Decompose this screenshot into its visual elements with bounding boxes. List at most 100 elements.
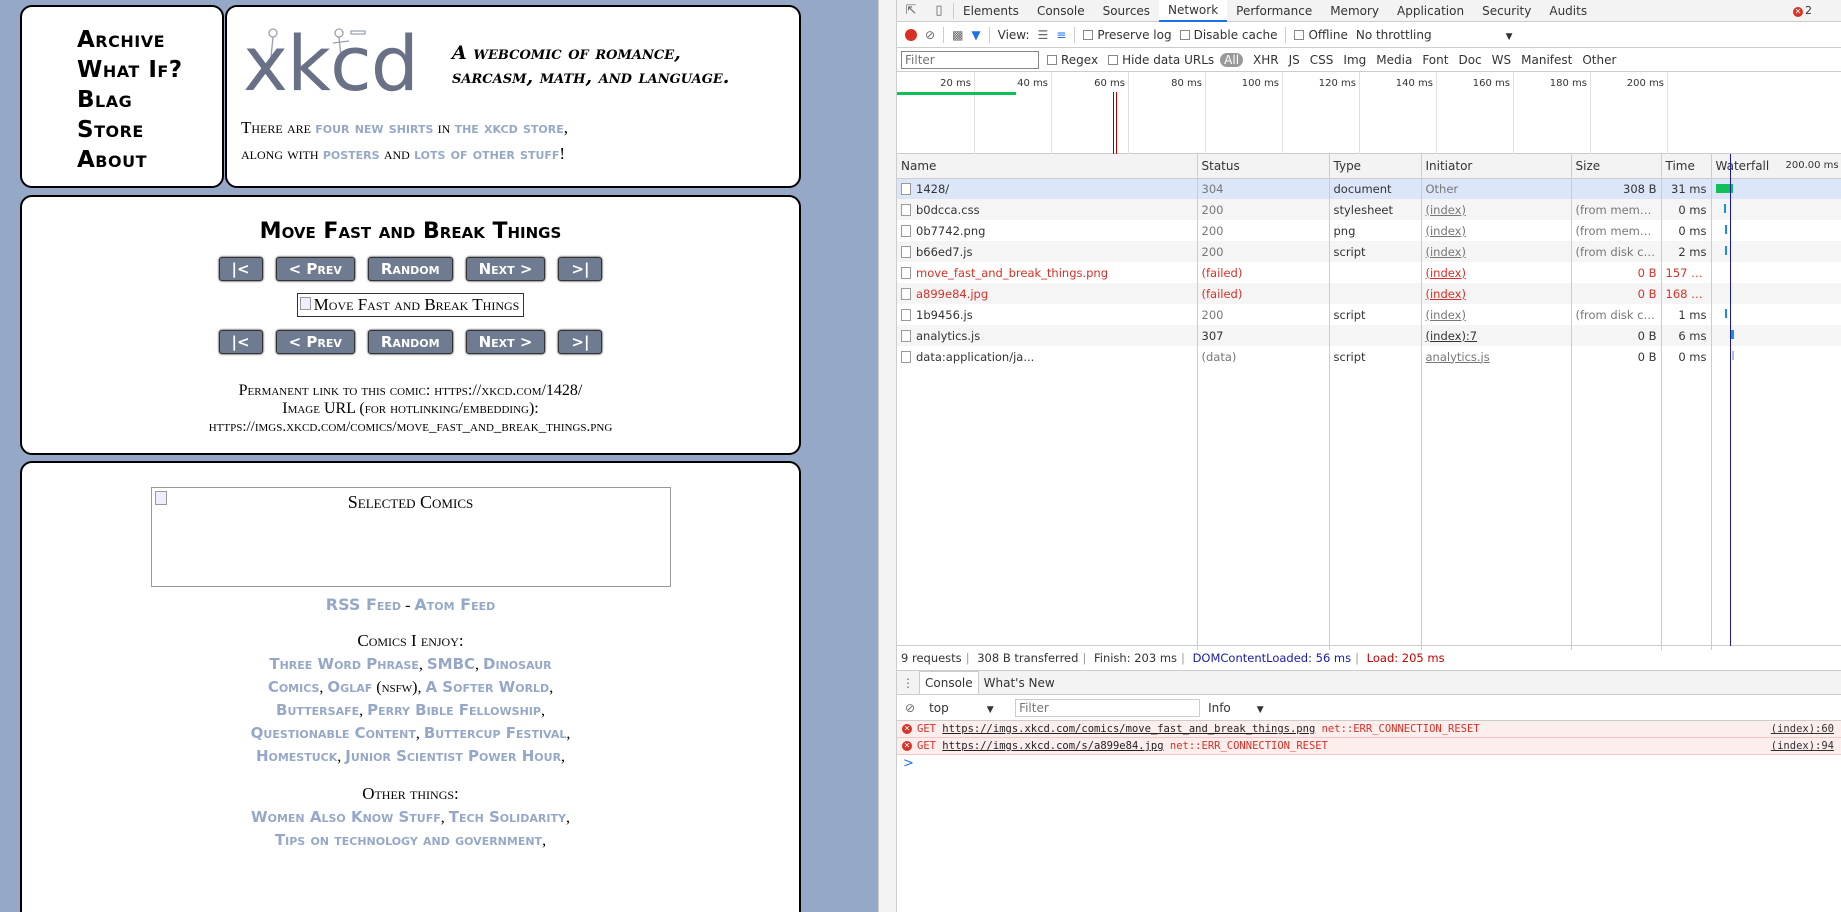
filter-type-css[interactable]: CSS xyxy=(1310,53,1334,67)
tab-elements[interactable]: Elements xyxy=(954,0,1028,22)
comic-enjoy-link[interactable]: Perry Bible Fellowship xyxy=(367,701,541,719)
first-comic-button[interactable]: |< xyxy=(218,257,263,281)
filter-type-media[interactable]: Media xyxy=(1376,53,1412,67)
large-rows-icon[interactable]: ☰ xyxy=(1038,28,1049,42)
message-url[interactable]: https://imgs.xkcd.com/s/a899e84.jpg xyxy=(942,740,1163,752)
filter-type-other[interactable]: Other xyxy=(1582,53,1616,67)
nav-about[interactable]: About xyxy=(77,145,222,175)
first-comic-button[interactable]: |< xyxy=(218,330,263,354)
devtools-resize-gutter[interactable] xyxy=(879,0,897,912)
device-toolbar-icon[interactable]: ▯ xyxy=(925,3,953,18)
rss-feed-link[interactable]: RSS Feed xyxy=(326,595,401,614)
throttling-select[interactable]: No throttling ▼ xyxy=(1356,28,1513,42)
cell-initiator[interactable]: (index) xyxy=(1421,283,1572,304)
comic-enjoy-link[interactable]: Buttercup Festival xyxy=(424,724,566,742)
drawer-tab-console[interactable]: Console xyxy=(919,671,979,694)
table-row[interactable]: analytics.js 307 (index):7 0 B6 ms xyxy=(897,325,1841,346)
last-comic-button[interactable]: >| xyxy=(558,330,603,354)
xkcd-store-link[interactable]: the xkcd store xyxy=(455,119,564,137)
table-row[interactable]: move_fast_and_break_things.png (failed) (i… xyxy=(897,262,1841,283)
log-level-select[interactable]: Info ▼ xyxy=(1208,701,1264,715)
cell-initiator[interactable]: Other xyxy=(1421,178,1572,199)
message-source-link[interactable]: (index):60 xyxy=(1771,721,1834,737)
cell-initiator[interactable]: analytics.js xyxy=(1421,346,1572,367)
other-thing-link[interactable]: Women Also Know Stuff xyxy=(251,808,441,826)
filter-type-manifest[interactable]: Manifest xyxy=(1521,53,1572,67)
disable-cache-checkbox[interactable]: Disable cache xyxy=(1179,28,1277,42)
table-row[interactable]: 0b7742.png 200 png (index) (from memor... 0 m… xyxy=(897,220,1841,241)
filter-type-xhr[interactable]: XHR xyxy=(1253,53,1279,67)
comic-enjoy-link[interactable]: Buttersafe xyxy=(276,701,359,719)
tab-security[interactable]: Security xyxy=(1473,0,1540,22)
nav-what-if[interactable]: What If? xyxy=(77,55,222,85)
table-row[interactable]: b0dcca.css 200 stylesheet (index) (from memo… xyxy=(897,199,1841,220)
other-thing-link[interactable]: Tech Solidarity xyxy=(449,808,566,826)
hide-data-urls-checkbox[interactable]: Hide data URLs xyxy=(1108,53,1214,67)
comic-enjoy-link[interactable]: Three Word Phrase xyxy=(269,655,419,673)
filter-type-js[interactable]: JS xyxy=(1289,53,1300,67)
filter-type-all[interactable]: All xyxy=(1220,52,1244,67)
table-row[interactable]: a899e84.jpg (failed) (index) 0 B 168 ms xyxy=(897,283,1841,304)
comic-enjoy-link[interactable]: Questionable Content xyxy=(251,724,416,742)
table-row[interactable]: 1428/304 document Other 308 B 31 ms xyxy=(897,178,1841,199)
xkcd-logo[interactable]: xkcd xyxy=(241,19,419,108)
comic-enjoy-link[interactable]: Oglaf xyxy=(327,678,372,696)
filter-type-img[interactable]: Img xyxy=(1343,53,1366,67)
posters-link[interactable]: posters xyxy=(323,145,380,163)
next-comic-button[interactable]: Next > xyxy=(465,330,546,354)
next-comic-button[interactable]: Next > xyxy=(465,257,546,281)
nav-blag[interactable]: Blag xyxy=(77,85,222,115)
record-icon[interactable] xyxy=(905,28,917,41)
comic-enjoy-link[interactable]: Homestuck xyxy=(256,747,337,765)
column-type[interactable]: Type xyxy=(1329,154,1422,179)
nav-store[interactable]: Store xyxy=(77,115,222,145)
network-filter-input[interactable] xyxy=(901,50,1039,69)
table-row[interactable]: data:application/ja... (data) script analyt… xyxy=(897,346,1841,367)
preserve-log-checkbox[interactable]: Preserve log xyxy=(1083,28,1172,42)
column-status[interactable]: Status xyxy=(1197,154,1330,179)
cell-initiator[interactable]: (index) xyxy=(1421,304,1572,325)
random-comic-button[interactable]: Random xyxy=(367,330,453,354)
cell-initiator[interactable]: (index) xyxy=(1421,241,1572,262)
random-comic-button[interactable]: Random xyxy=(367,257,453,281)
nav-archive[interactable]: Archive xyxy=(77,25,222,55)
cell-initiator[interactable]: (index) xyxy=(1421,220,1572,241)
drawer-menu-icon[interactable]: ⋮ xyxy=(897,671,919,695)
context-selector[interactable]: top ▼ xyxy=(929,701,999,715)
prev-comic-button[interactable]: < Prev xyxy=(275,330,355,354)
message-url[interactable]: https://imgs.xkcd.com/comics/move_fast_a… xyxy=(942,723,1315,735)
cell-initiator[interactable]: (index) xyxy=(1421,262,1572,283)
filter-icon[interactable]: ▼ xyxy=(971,28,980,42)
table-row[interactable]: b66ed7.js 200 script (index) (from disk ca..… xyxy=(897,241,1841,262)
console-filter-input[interactable] xyxy=(1015,698,1201,717)
other-stuff-link[interactable]: lots of other stuff xyxy=(414,145,559,163)
drawer-tab-whats-new[interactable]: What's New xyxy=(979,671,1060,695)
four-new-shirts-link[interactable]: four new shirts xyxy=(315,119,433,137)
tab-performance[interactable]: Performance xyxy=(1227,0,1321,22)
filter-type-doc[interactable]: Doc xyxy=(1458,53,1481,67)
tab-network[interactable]: Network xyxy=(1159,0,1228,22)
comic-enjoy-link[interactable]: SMBC xyxy=(427,655,475,673)
atom-feed-link[interactable]: Atom Feed xyxy=(414,595,495,614)
comic-enjoy-link[interactable]: A Softer World xyxy=(425,678,549,696)
network-overview-timeline[interactable]: 20 ms 40 ms 60 ms 80 ms 100 ms 120 ms 140 ms 16… xyxy=(897,72,1841,154)
filter-type-ws[interactable]: WS xyxy=(1492,53,1511,67)
column-initiator[interactable]: Initiator xyxy=(1421,154,1572,179)
inspect-element-icon[interactable]: ⇱ xyxy=(897,3,925,18)
offline-checkbox[interactable]: Offline xyxy=(1294,28,1348,42)
clear-console-icon[interactable]: ⊘ xyxy=(905,701,915,715)
prev-comic-button[interactable]: < Prev xyxy=(275,257,355,281)
regex-checkbox[interactable]: Regex xyxy=(1047,53,1098,67)
cell-initiator[interactable]: (index):7 xyxy=(1421,325,1572,346)
clear-icon[interactable]: ⊘ xyxy=(925,28,935,42)
tab-memory[interactable]: Memory xyxy=(1321,0,1388,22)
tab-application[interactable]: Application xyxy=(1388,0,1473,22)
table-row[interactable]: 1b9456.js 200 script (index) (from disk ca..… xyxy=(897,304,1841,325)
cell-initiator[interactable]: (index) xyxy=(1421,199,1572,220)
column-time[interactable]: Time xyxy=(1661,154,1712,179)
selected-comics-image[interactable]: Selected Comics xyxy=(150,487,671,587)
console-prompt[interactable]: > xyxy=(897,755,1841,773)
message-source-link[interactable]: (index):94 xyxy=(1771,738,1834,754)
last-comic-button[interactable]: >| xyxy=(558,257,603,281)
tab-audits[interactable]: Audits xyxy=(1540,0,1596,22)
